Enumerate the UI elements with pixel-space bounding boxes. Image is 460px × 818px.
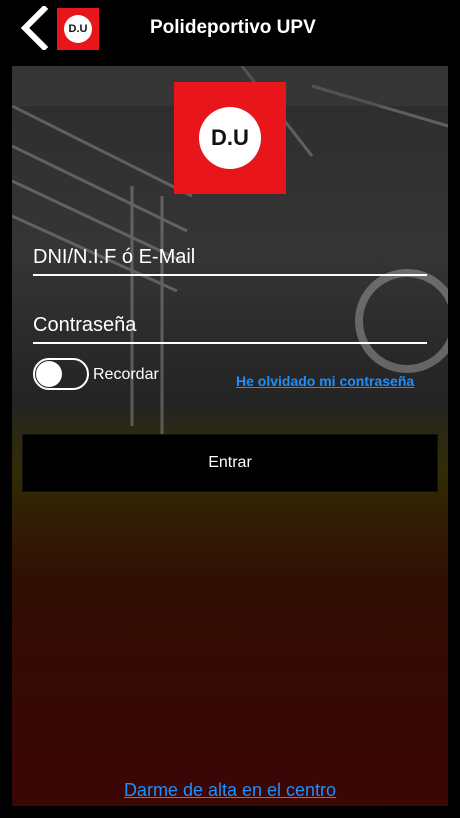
signup-link[interactable]: Darme de alta en el centro	[0, 780, 460, 801]
header-logo: D.U	[57, 8, 99, 50]
enter-button[interactable]: Entrar	[22, 434, 438, 492]
remember-label: Recordar	[93, 366, 159, 383]
chevron-left-icon	[20, 6, 48, 50]
back-button[interactable]	[18, 6, 50, 50]
brand-logo-text: D.U	[199, 107, 261, 169]
page-title: Polideportivo UPV	[150, 17, 316, 38]
toggle-knob	[36, 361, 62, 387]
header-logo-text: D.U	[64, 15, 92, 43]
username-input[interactable]	[33, 240, 427, 276]
remember-toggle[interactable]	[33, 358, 89, 390]
top-bar: D.U Polideportivo UPV	[0, 0, 460, 54]
forgot-password-link[interactable]: He olvidado mi contraseña	[236, 373, 414, 389]
password-input[interactable]	[33, 308, 427, 344]
brand-logo: D.U	[174, 82, 286, 194]
